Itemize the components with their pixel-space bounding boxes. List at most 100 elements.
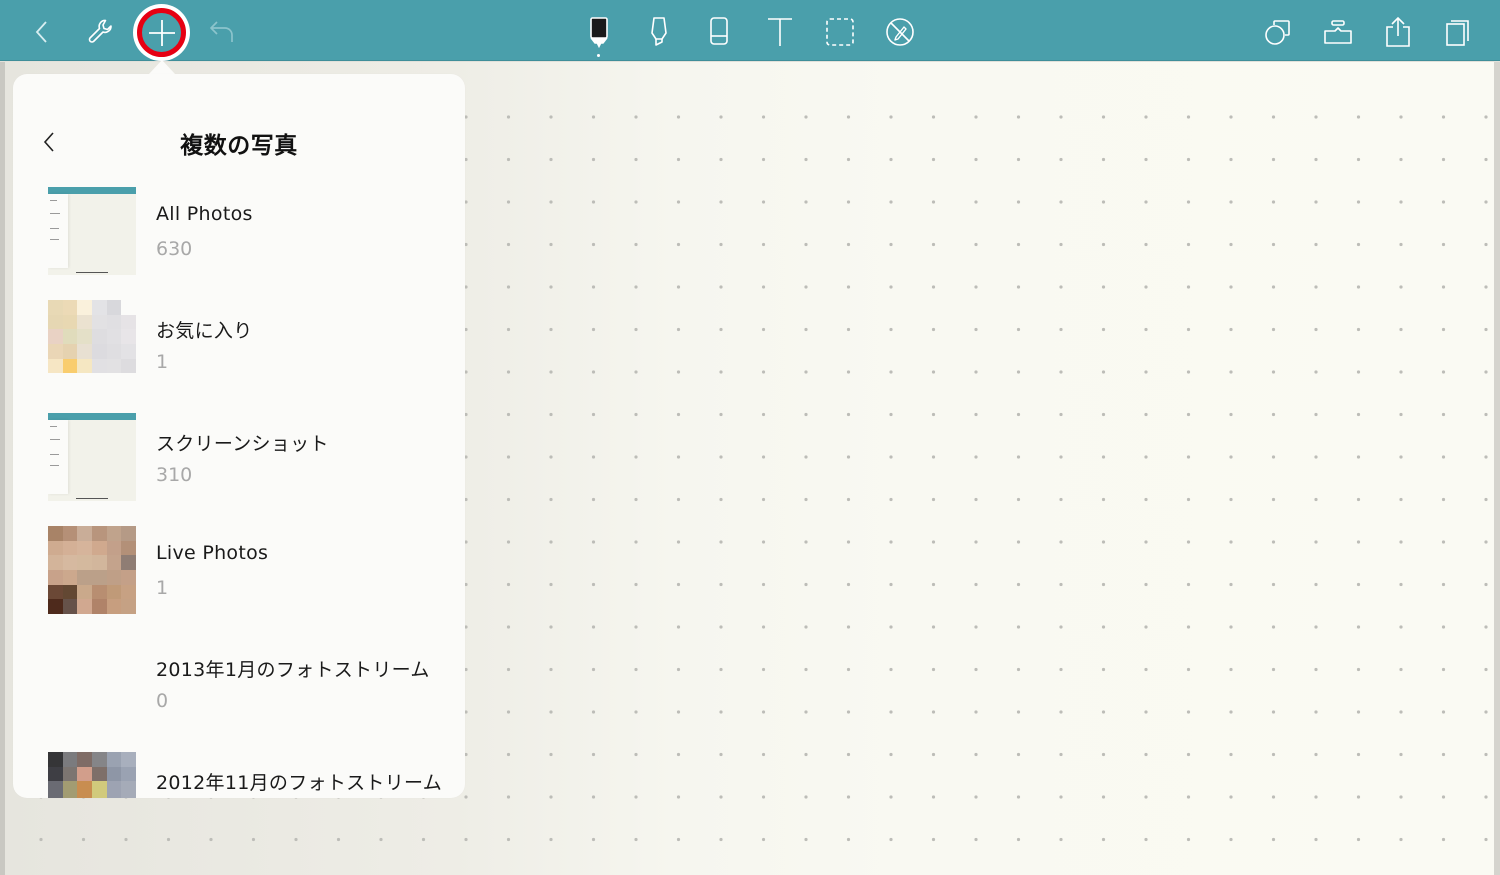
thumbnail-pixel — [62, 599, 78, 614]
grid-dot — [1229, 837, 1233, 842]
thumbnail-pixel — [106, 584, 122, 600]
grid-dot — [549, 157, 553, 162]
thumbnail-pixel — [77, 300, 92, 315]
grid-dot — [549, 710, 553, 714]
grid-dot — [1356, 582, 1361, 587]
grid-dot — [1356, 837, 1361, 842]
grid-dot — [761, 200, 766, 204]
grid-dot — [676, 200, 681, 204]
grid-dot — [931, 710, 936, 714]
undo-button[interactable] — [204, 14, 240, 50]
grid-dot — [1399, 540, 1403, 544]
lasso-tool[interactable] — [822, 14, 858, 50]
grid-dot — [1271, 582, 1276, 587]
album-item-screenshots[interactable]: スクリーンショット 310 — [13, 413, 465, 526]
thumbnail-pixel — [106, 329, 122, 344]
album-item-photostream-2012-11[interactable]: 2012年11月のフォトストリーム — [13, 752, 465, 798]
album-name: 2012年11月のフォトストリーム — [156, 772, 443, 794]
grid-dot — [1059, 795, 1063, 799]
album-count: 310 — [156, 464, 193, 486]
album-name: Live Photos — [156, 542, 269, 564]
grid-dot — [1399, 497, 1403, 502]
share-icon — [1386, 16, 1410, 47]
tools-button[interactable] — [83, 14, 119, 50]
add-button[interactable] — [133, 4, 190, 61]
grid-dot — [209, 837, 213, 842]
grid-dot — [591, 200, 596, 204]
popover-header: 複数の写真 — [13, 74, 465, 184]
grid-dot — [1016, 795, 1021, 799]
grid-dot — [974, 667, 978, 672]
grid-dot — [804, 795, 808, 799]
highlighter-tool[interactable] — [641, 14, 677, 50]
pages-button[interactable] — [1440, 14, 1476, 50]
thumbnail-pixel — [62, 373, 78, 388]
grid-dot — [974, 412, 978, 417]
pen-tool[interactable] — [581, 14, 617, 50]
grid-dot — [889, 795, 893, 799]
album-item-live-photos[interactable]: Live Photos 1 — [13, 526, 465, 639]
album-item-favorites[interactable]: お気に入り 1 — [13, 300, 465, 413]
grid-dot — [1101, 200, 1106, 204]
grid-dot — [1399, 455, 1403, 459]
grid-dot — [1229, 710, 1233, 714]
grid-dot — [761, 327, 766, 332]
thumbnail-pixel — [106, 781, 122, 796]
grid-dot — [1059, 455, 1063, 459]
grid-dot — [591, 497, 596, 502]
grid-dot — [1399, 115, 1403, 119]
grid-dot — [1399, 327, 1403, 332]
grid-dot — [1101, 752, 1106, 757]
grid-dot — [1144, 242, 1148, 247]
grid-dot — [761, 242, 766, 247]
disable-pen-tool[interactable] — [882, 14, 918, 50]
thumbnail-pixel — [48, 300, 63, 315]
grid-dot — [1484, 752, 1488, 757]
grid-dot — [889, 497, 893, 502]
grid-dot — [1271, 540, 1276, 544]
grid-dot — [549, 412, 553, 417]
grid-dot — [931, 370, 936, 374]
shapes-button[interactable] — [1260, 14, 1296, 50]
highlighter-icon — [651, 17, 667, 46]
grid-dot — [634, 327, 638, 332]
thumbnail-pixel — [48, 329, 63, 344]
grid-dot — [846, 625, 851, 629]
grid-dot — [1271, 795, 1276, 799]
grid-dot — [1314, 752, 1318, 757]
grid-dot — [1356, 625, 1361, 629]
grid-dot — [1484, 667, 1488, 672]
grid-dot — [1186, 625, 1191, 629]
grid-dot — [506, 285, 511, 289]
thumbnail-pixel — [62, 314, 78, 330]
share-button[interactable] — [1380, 14, 1416, 50]
grid-dot — [1441, 200, 1446, 204]
grid-dot — [1144, 412, 1148, 417]
stamp-button[interactable] — [1320, 14, 1356, 50]
grid-dot — [846, 412, 851, 417]
active-tool-indicator — [597, 54, 600, 57]
grid-dot — [1484, 710, 1488, 714]
thumbnail-pixel — [77, 344, 92, 359]
grid-dot — [761, 540, 766, 544]
album-item-photostream-2013-01[interactable]: 2013年1月のフォトストリーム 0 — [13, 639, 465, 752]
grid-dot — [676, 370, 681, 374]
grid-dot — [1186, 242, 1191, 247]
thumbnail-pixel — [62, 584, 78, 600]
album-count: 0 — [156, 690, 169, 712]
grid-dot — [1314, 412, 1318, 417]
grid-dot — [506, 327, 511, 332]
text-tool[interactable] — [762, 14, 798, 50]
grid-dot — [931, 412, 936, 417]
grid-dot — [719, 497, 723, 502]
grid-dot — [719, 242, 723, 247]
grid-dot — [1441, 115, 1446, 119]
eraser-tool[interactable] — [701, 14, 737, 50]
photo-album-popover: 複数の写真 All Photos 630 お気に入り 1 スクリーンショット 3… — [13, 74, 465, 798]
album-item-all-photos[interactable]: All Photos 630 — [13, 187, 465, 300]
back-button[interactable] — [24, 14, 60, 50]
grid-dot — [549, 455, 553, 459]
album-thumbnail — [48, 187, 136, 275]
thumbnail-pixel — [48, 766, 63, 782]
grid-dot — [1399, 200, 1403, 204]
